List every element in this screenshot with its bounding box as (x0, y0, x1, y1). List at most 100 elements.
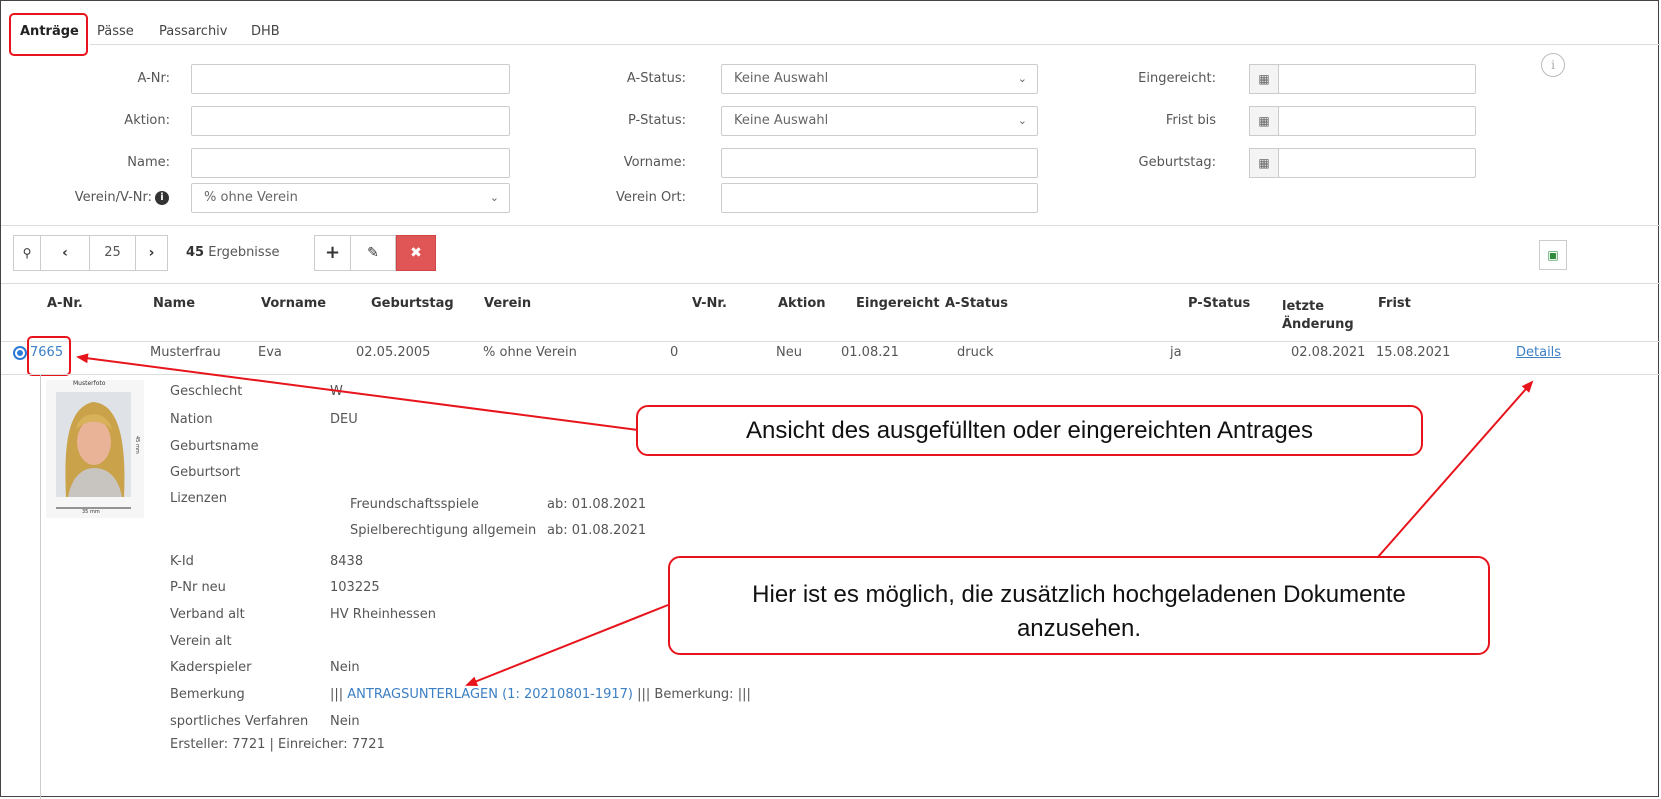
frist-bis-input[interactable] (1278, 106, 1476, 136)
photo-width-label: 35 mm (82, 509, 100, 515)
header-p-status[interactable]: P-Status (1188, 296, 1250, 311)
label-a-nr: A-Nr: (137, 71, 170, 86)
lizenz-1-name: Freundschaftsspiele (350, 497, 479, 512)
row-radio[interactable] (13, 346, 27, 360)
tab-passarchiv[interactable]: Passarchiv (159, 24, 228, 39)
detail-nation-label: Nation (170, 412, 213, 427)
detail-verband-label: Verband alt (170, 607, 245, 622)
detail-kid-label: K-Id (170, 554, 194, 569)
info-icon[interactable]: i (1541, 53, 1565, 77)
portrait-image (56, 392, 131, 509)
detail-geschlecht-value: W (330, 384, 343, 399)
info-circle-icon[interactable]: i (155, 191, 169, 205)
p-status-value: Keine Auswahl (734, 113, 829, 128)
label-name: Name: (127, 155, 170, 170)
detail-pnr-value: 103225 (330, 580, 380, 595)
detail-bemerkung-value: ||| ANTRAGSUNTERLAGEN (1: 20210801-1917)… (330, 687, 751, 702)
chevron-right-icon[interactable]: › (135, 235, 168, 271)
header-letzte-aenderung[interactable]: letzte Änderung (1282, 298, 1372, 334)
chevron-down-icon: ⌄ (1017, 114, 1027, 127)
row-aktion: Neu (776, 345, 802, 360)
calendar-icon[interactable]: ▦ (1249, 64, 1279, 94)
label-vorname: Vorname: (623, 155, 686, 170)
vorname-input[interactable] (721, 148, 1038, 178)
detail-ersteller: Ersteller: 7721 | Einreicher: 7721 (170, 737, 385, 752)
row-a-status: druck (957, 345, 994, 360)
label-verein: Verein/V-Nr: (74, 190, 152, 205)
toolbar-divider (1, 283, 1660, 284)
header-a-status[interactable]: A-Status (945, 296, 1008, 311)
results-label: Ergebnisse (208, 245, 280, 260)
antragsunterlagen-link[interactable]: ANTRAGSUNTERLAGEN (1: 20210801-1917) (347, 687, 633, 702)
header-aktion[interactable]: Aktion (778, 296, 826, 311)
eingereicht-input[interactable] (1278, 64, 1476, 94)
search-icon[interactable]: ⚲ (13, 235, 41, 271)
details-link[interactable]: Details (1516, 345, 1561, 360)
calendar-icon[interactable]: ▦ (1249, 148, 1279, 178)
row-letzte-aenderung: 02.08.2021 (1291, 345, 1366, 360)
callout-documents: Hier ist es möglich, die zusätzlich hoch… (668, 556, 1490, 655)
detail-sport-value: Nein (330, 714, 360, 729)
results-count: 45 Ergebnisse (186, 245, 279, 260)
label-aktion: Aktion: (124, 113, 170, 128)
a-nr-input[interactable] (191, 64, 510, 94)
lizenz-1-date: ab: 01.08.2021 (547, 497, 647, 512)
chevron-left-icon[interactable]: ‹ (40, 235, 90, 271)
lizenz-2-date: ab: 01.08.2021 (547, 523, 647, 538)
results-number: 45 (186, 245, 205, 260)
row-p-status: ja (1170, 345, 1182, 360)
row-eingereicht: 01.08.21 (841, 345, 899, 360)
label-frist-bis: Frist bis (1165, 113, 1216, 128)
a-status-value: Keine Auswahl (734, 71, 829, 86)
filter-divider (1, 225, 1660, 226)
header-verein[interactable]: Verein (484, 296, 531, 311)
header-divider (1, 341, 1660, 342)
aktion-input[interactable] (191, 106, 510, 136)
header-geburtstag[interactable]: Geburtstag (371, 296, 454, 311)
edit-icon[interactable]: ✎ (350, 235, 396, 271)
passport-photo: Musterfoto 45 mm 35 mm (46, 380, 144, 518)
tab-highlight (9, 13, 88, 56)
detail-bemerkung-label: Bemerkung (170, 687, 245, 702)
row-details[interactable]: Details (1516, 345, 1561, 360)
verein-select[interactable]: % ohne Verein ⌄ (191, 183, 510, 213)
calendar-icon[interactable]: ▦ (1249, 106, 1279, 136)
bemerkung-sep: ||| (330, 687, 344, 702)
detail-geschlecht-label: Geschlecht (170, 384, 243, 399)
a-status-select[interactable]: Keine Auswahl ⌄ (721, 64, 1038, 94)
details-panel-border (40, 375, 41, 799)
excel-export-icon[interactable]: ▣ (1539, 240, 1567, 270)
photo-height-label: 45 mm (134, 436, 140, 454)
row-verein: % ohne Verein (483, 345, 577, 360)
header-a-nr[interactable]: A-Nr. (47, 296, 83, 311)
name-input[interactable] (191, 148, 510, 178)
header-vorname[interactable]: Vorname (261, 296, 326, 311)
row-vorname: Eva (258, 345, 282, 360)
header-v-nr[interactable]: V-Nr. (692, 296, 727, 311)
tab-dhb[interactable]: DHB (251, 24, 280, 39)
label-p-status: P-Status: (627, 113, 686, 128)
verein-ort-input[interactable] (721, 183, 1038, 213)
header-eingereicht[interactable]: Eingereicht (856, 296, 940, 311)
bemerkung-rest: ||| Bemerkung: ||| (637, 687, 751, 702)
tab-paesse[interactable]: Pässe (97, 24, 134, 39)
page-size-field[interactable]: 25 (89, 235, 136, 271)
label-verein-ort: Verein Ort: (616, 190, 686, 205)
callout-application-view: Ansicht des ausgefüllten oder eingereich… (636, 405, 1423, 456)
label-eingereicht: Eingereicht: (1138, 71, 1216, 86)
callout-top-text: Ansicht des ausgefüllten oder eingereich… (745, 417, 1314, 444)
delete-icon[interactable]: ✖ (396, 235, 436, 271)
row-v-nr: 0 (670, 345, 679, 360)
p-status-select[interactable]: Keine Auswahl ⌄ (721, 106, 1038, 136)
tabs-divider (90, 44, 1660, 45)
header-frist[interactable]: Frist (1378, 296, 1411, 311)
header-name[interactable]: Name (153, 296, 195, 311)
detail-geburtsort-label: Geburtsort (170, 465, 241, 480)
detail-kader-value: Nein (330, 660, 360, 675)
detail-pnr-label: P-Nr neu (170, 580, 226, 595)
detail-nation-value: DEU (330, 412, 358, 427)
geburtstag-input[interactable] (1278, 148, 1476, 178)
row-geburtstag: 02.05.2005 (356, 345, 431, 360)
add-icon[interactable]: + (314, 235, 351, 271)
chevron-down-icon: ⌄ (1017, 72, 1027, 85)
